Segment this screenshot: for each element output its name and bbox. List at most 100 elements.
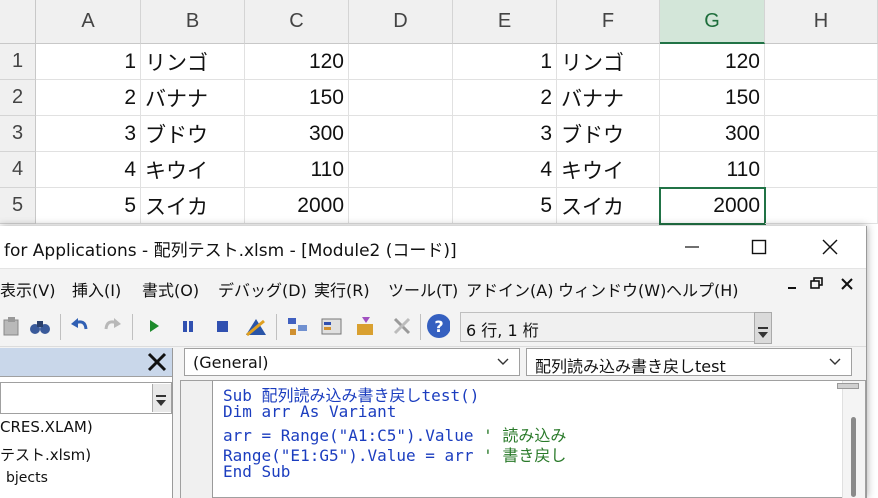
cell-g2[interactable]: 150 <box>660 80 765 116</box>
find-button[interactable] <box>28 314 52 338</box>
properties-button[interactable] <box>320 314 344 338</box>
run-button[interactable] <box>142 314 166 338</box>
column-header-a[interactable]: A <box>36 0 141 44</box>
menu-insert[interactable]: 挿入(I) <box>72 277 121 301</box>
scrollbar-thumb[interactable] <box>851 417 856 497</box>
cell-e2[interactable]: 2 <box>453 80 557 116</box>
cell-e4[interactable]: 4 <box>453 152 557 188</box>
cell-c4[interactable]: 110 <box>245 152 349 188</box>
cell-f3[interactable]: ブドウ <box>557 116 660 152</box>
mdi-minimize-button[interactable] <box>786 276 798 296</box>
cell-c2[interactable]: 150 <box>245 80 349 116</box>
cell-d4[interactable] <box>349 152 453 188</box>
margin-indicator-bar[interactable] <box>181 381 213 498</box>
split-bar-handle[interactable] <box>837 383 859 389</box>
cell-d1[interactable] <box>349 44 453 80</box>
vertical-scrollbar[interactable] <box>837 381 865 498</box>
cell-d3[interactable] <box>349 116 453 152</box>
cell-f1[interactable]: リンゴ <box>557 44 660 80</box>
code-line-5[interactable]: End Sub <box>223 462 290 481</box>
cell-e3[interactable]: 3 <box>453 116 557 152</box>
cell-a4[interactable]: 4 <box>36 152 141 188</box>
cell-a5[interactable]: 5 <box>36 188 141 224</box>
cell-h3[interactable] <box>765 116 878 152</box>
menu-debug[interactable]: デバッグ(D) <box>218 277 307 301</box>
cell-h5[interactable] <box>765 188 878 224</box>
row-header-1[interactable]: 1 <box>0 44 36 80</box>
cell-a2[interactable]: 2 <box>36 80 141 116</box>
menu-addins[interactable]: アドイン(A) <box>466 277 553 301</box>
cell-c3[interactable]: 300 <box>245 116 349 152</box>
column-header-h[interactable]: H <box>765 0 878 44</box>
cell-d5[interactable] <box>349 188 453 224</box>
cell-f2[interactable]: バナナ <box>557 80 660 116</box>
paste-button[interactable] <box>0 314 24 338</box>
cell-b5[interactable]: スイカ <box>141 188 245 224</box>
redo-button[interactable] <box>100 314 124 338</box>
spreadsheet-grid[interactable]: A B C D E F G H 1 2 3 4 5 1 リンゴ 120 1 リン… <box>0 0 878 232</box>
close-button[interactable] <box>798 226 862 268</box>
toolbox-button[interactable] <box>390 314 414 338</box>
column-header-d[interactable]: D <box>349 0 453 44</box>
row-header-5[interactable]: 5 <box>0 188 36 224</box>
cell-g5-active[interactable]: 2000 <box>659 187 766 225</box>
mdi-close-button[interactable] <box>840 276 854 296</box>
code-editor[interactable]: Sub 配列読み込み書き戻しtest() Dim arr As Variant … <box>180 380 866 498</box>
menu-view[interactable]: 表示(V) <box>0 277 55 301</box>
cell-e5[interactable]: 5 <box>453 188 557 224</box>
cell-e1[interactable]: 1 <box>453 44 557 80</box>
column-header-e[interactable]: E <box>453 0 557 44</box>
help-button[interactable]: ? <box>426 314 450 338</box>
cell-h4[interactable] <box>765 152 878 188</box>
tree-item-workbook[interactable]: テスト.xlsm) <box>0 444 91 465</box>
minimize-button[interactable] <box>660 226 724 268</box>
tree-item-objects[interactable]: bjects <box>6 470 48 486</box>
cell-b4[interactable]: キウイ <box>141 152 245 188</box>
cell-h2[interactable] <box>765 80 878 116</box>
cell-a3[interactable]: 3 <box>36 116 141 152</box>
column-header-f[interactable]: F <box>557 0 660 44</box>
cell-f4[interactable]: キウイ <box>557 152 660 188</box>
break-button[interactable] <box>176 314 200 338</box>
undo-button[interactable] <box>68 314 92 338</box>
menu-run[interactable]: 実行(R) <box>314 277 370 301</box>
cell-g3[interactable]: 300 <box>660 116 765 152</box>
cell-a1[interactable]: 1 <box>36 44 141 80</box>
menu-window[interactable]: ウィンドウ(W) <box>558 277 666 301</box>
mdi-restore-button[interactable] <box>810 276 824 296</box>
cell-c1[interactable]: 120 <box>245 44 349 80</box>
cursor-position: 6 行, 1 桁 <box>466 321 539 340</box>
project-toolbar-overflow[interactable] <box>152 384 171 412</box>
tree-item-addin[interactable]: CRES.XLAM) <box>0 418 93 436</box>
object-combo[interactable]: (General) <box>184 348 520 376</box>
cell-b2[interactable]: バナナ <box>141 80 245 116</box>
procedure-combo[interactable]: 配列読み込み書き戻しtest <box>526 348 852 376</box>
menu-format[interactable]: 書式(O) <box>142 277 199 301</box>
title-bar[interactable]: for Applications - 配列テスト.xlsm - [Module2… <box>0 226 866 269</box>
cell-b1[interactable]: リンゴ <box>141 44 245 80</box>
row-header-2[interactable]: 2 <box>0 80 36 116</box>
cell-h1[interactable] <box>765 44 878 80</box>
row-header-3[interactable]: 3 <box>0 116 36 152</box>
project-explorer-close-button[interactable] <box>144 348 170 376</box>
column-header-b[interactable]: B <box>141 0 245 44</box>
row-header-4[interactable]: 4 <box>0 152 36 188</box>
select-all-corner[interactable] <box>0 0 36 44</box>
column-header-c[interactable]: C <box>245 0 349 44</box>
object-browser-button[interactable] <box>354 314 378 338</box>
column-header-g[interactable]: G <box>660 0 765 44</box>
design-mode-button[interactable] <box>244 314 268 338</box>
cell-b3[interactable]: ブドウ <box>141 116 245 152</box>
cell-g4[interactable]: 110 <box>660 152 765 188</box>
cell-g1[interactable]: 120 <box>660 44 765 80</box>
toolbar-overflow-button[interactable] <box>754 312 772 344</box>
menu-help[interactable]: ヘルプ(H) <box>666 277 739 301</box>
reset-button[interactable] <box>210 314 234 338</box>
cell-d2[interactable] <box>349 80 453 116</box>
menu-tools[interactable]: ツール(T) <box>388 277 458 301</box>
code-line-2[interactable]: Dim arr As Variant <box>223 402 396 421</box>
project-explorer-button[interactable] <box>286 314 310 338</box>
cell-c5[interactable]: 2000 <box>245 188 349 224</box>
cell-f5[interactable]: スイカ <box>557 188 660 224</box>
maximize-button[interactable] <box>727 226 791 268</box>
